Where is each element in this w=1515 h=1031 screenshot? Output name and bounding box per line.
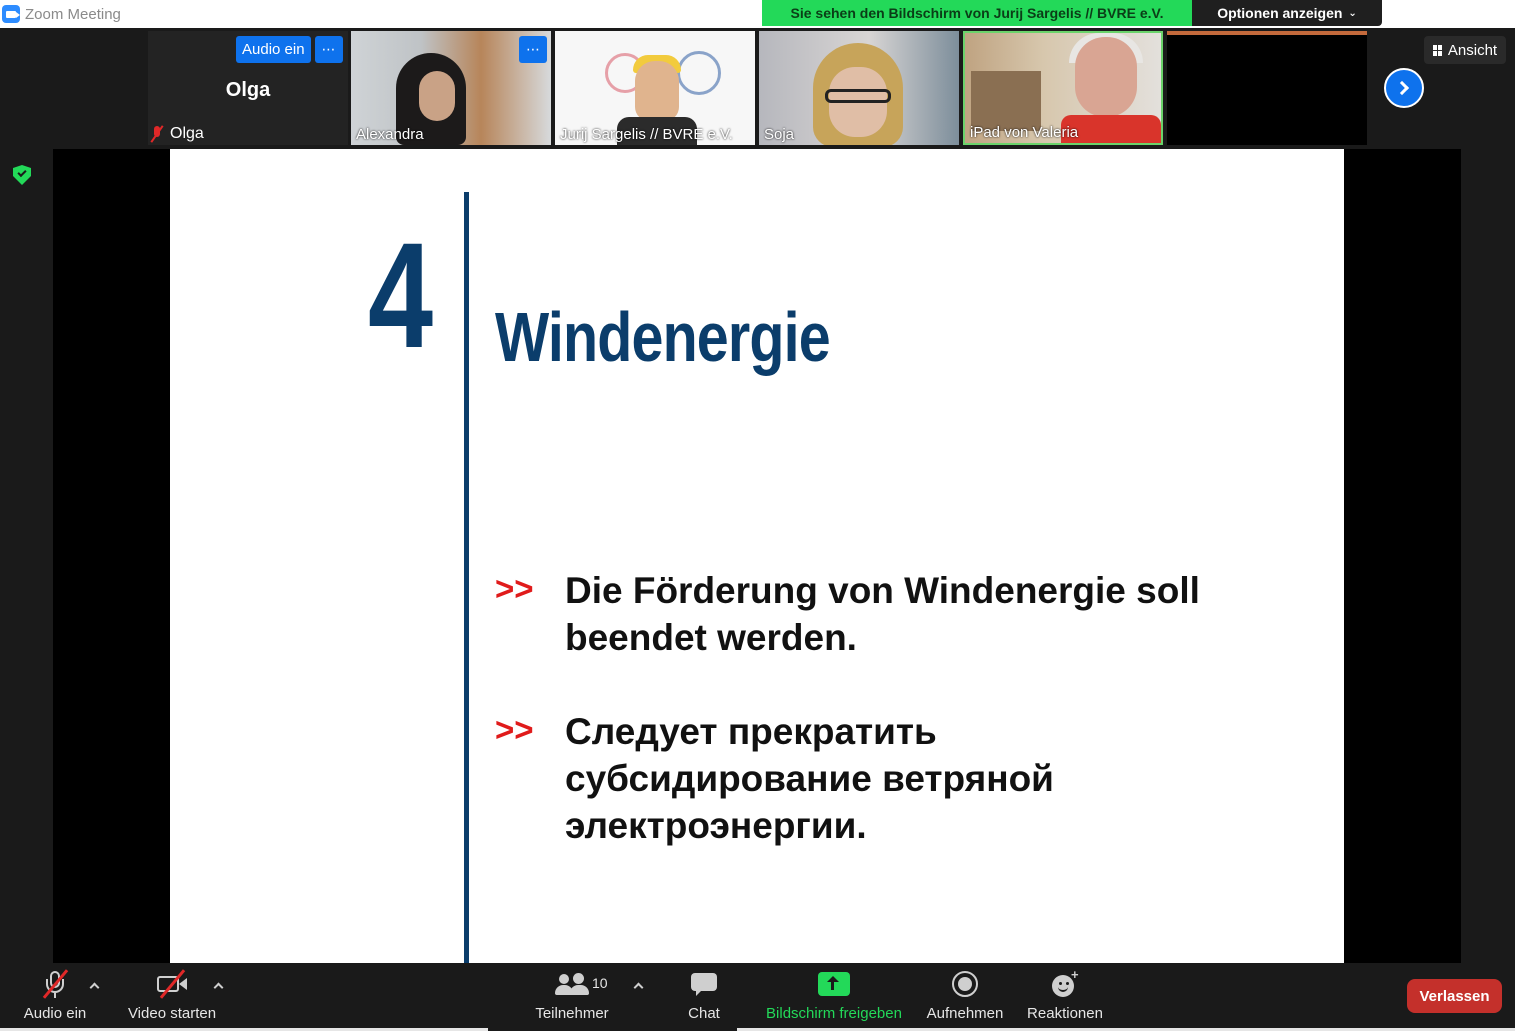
share-screen-icon: [814, 969, 854, 999]
audio-label: Audio ein: [23, 1005, 87, 1022]
participant-tile-alexandra[interactable]: ⋯ Alexandra: [351, 31, 551, 145]
record-label: Aufnehmen: [926, 1005, 1004, 1022]
chevron-up-icon: [633, 982, 644, 993]
bullet-text: Следует прекратить субсидирование ветрян…: [565, 711, 1054, 846]
participant-face: [635, 61, 679, 121]
video-off-icon: [152, 969, 192, 999]
shared-screen: 4 Windenergie >> Die Förderung von Winde…: [53, 149, 1461, 963]
grid-view-icon: [1432, 44, 1443, 56]
view-button[interactable]: Ansicht: [1424, 36, 1506, 64]
participant-tile-soja[interactable]: Soja: [759, 31, 959, 145]
view-options-label: Optionen anzeigen: [1217, 5, 1343, 21]
slide-number: 4: [368, 211, 433, 379]
chevron-down-icon: ⌄: [1348, 7, 1357, 19]
bullet-text: Die Förderung von Windenergie soll beend…: [565, 570, 1200, 658]
record-button[interactable]: Aufnehmen: [922, 969, 1008, 1029]
chevron-right-icon: [1394, 80, 1410, 96]
participants-icon: [552, 969, 592, 999]
chevron-up-icon: [213, 982, 224, 993]
participant-tile-video-off[interactable]: [1167, 31, 1367, 145]
reactions-label: Reaktionen: [1027, 1005, 1103, 1022]
mic-muted-icon: [35, 969, 75, 999]
slide-divider: [464, 192, 469, 963]
participant-tile-jurij[interactable]: Jurij Sargelis // BVRE e.V.: [555, 31, 755, 145]
presentation-slide: 4 Windenergie >> Die Förderung von Winde…: [170, 149, 1344, 963]
meeting-toolbar: Audio ein Video starten Teilnehmer 10 Ch…: [0, 963, 1515, 1031]
video-button[interactable]: Video starten: [122, 969, 222, 1029]
next-page-button[interactable]: [1384, 68, 1424, 108]
ask-unmute-button[interactable]: Audio ein: [236, 36, 311, 63]
reactions-button[interactable]: + Reaktionen: [1023, 967, 1107, 1029]
participant-display-name: Olga: [225, 79, 271, 101]
screen-share-banner: Sie sehen den Bildschirm von Jurij Sarge…: [762, 0, 1192, 26]
audio-button[interactable]: Audio ein: [20, 969, 90, 1029]
slide-title: Windenergie: [495, 298, 831, 376]
zoom-app-icon: [2, 5, 20, 23]
chevron-up-icon: [89, 982, 100, 993]
participant-footer: Olga: [150, 125, 204, 143]
participant-tile-valeria[interactable]: iPad von Valeria: [963, 31, 1163, 145]
video-gallery-strip: Audio ein ⋯ Olga Olga ⋯ Alexandra Jurij …: [0, 28, 1515, 148]
bullet-marker: >>: [495, 570, 534, 607]
participant-face: [1075, 37, 1137, 117]
video-label: Video starten: [127, 1005, 217, 1022]
participants-options-caret[interactable]: [632, 979, 646, 993]
chat-button[interactable]: Chat: [683, 969, 725, 1029]
share-screen-label: Bildschirm freigeben: [766, 1005, 902, 1022]
participant-face: [419, 71, 455, 121]
participant-name-label: Jurij Sargelis // BVRE e.V.: [560, 126, 733, 143]
more-options-icon[interactable]: ⋯: [315, 36, 343, 63]
participant-name-label: iPad von Valeria: [970, 124, 1079, 141]
chat-label: Chat: [688, 1005, 720, 1022]
more-options-icon[interactable]: ⋯: [519, 36, 547, 63]
slide-bullet: >> Следует прекратить субсидирование вет…: [495, 708, 1205, 849]
glasses-shape: [825, 89, 891, 103]
reactions-icon: +: [1045, 967, 1085, 999]
participant-name-label: Olga: [170, 125, 204, 142]
participants-label: Teilnehmer: [535, 1005, 609, 1022]
view-options-button[interactable]: Optionen anzeigen ⌄: [1192, 0, 1382, 26]
participants-count: 10: [592, 975, 608, 991]
background-shelf: [971, 71, 1041, 131]
record-icon: [945, 969, 985, 999]
participant-name-label: Alexandra: [356, 126, 424, 143]
participant-name-label: Soja: [764, 126, 795, 143]
logo-circle: [677, 51, 721, 95]
video-options-caret[interactable]: [212, 979, 226, 993]
mic-muted-icon: [150, 126, 164, 142]
leave-meeting-button[interactable]: Verlassen: [1407, 979, 1502, 1013]
chat-icon: [684, 969, 724, 999]
view-label: Ansicht: [1447, 41, 1498, 59]
window-title: Zoom Meeting: [25, 5, 121, 23]
security-shield-icon[interactable]: [13, 165, 31, 185]
audio-options-caret[interactable]: [88, 979, 102, 993]
bullet-marker: >>: [495, 711, 534, 748]
participant-tile-olga[interactable]: Audio ein ⋯ Olga Olga: [148, 31, 348, 145]
share-screen-button[interactable]: Bildschirm freigeben: [760, 969, 908, 1029]
slide-bullet: >> Die Förderung von Windenergie soll be…: [495, 567, 1205, 661]
